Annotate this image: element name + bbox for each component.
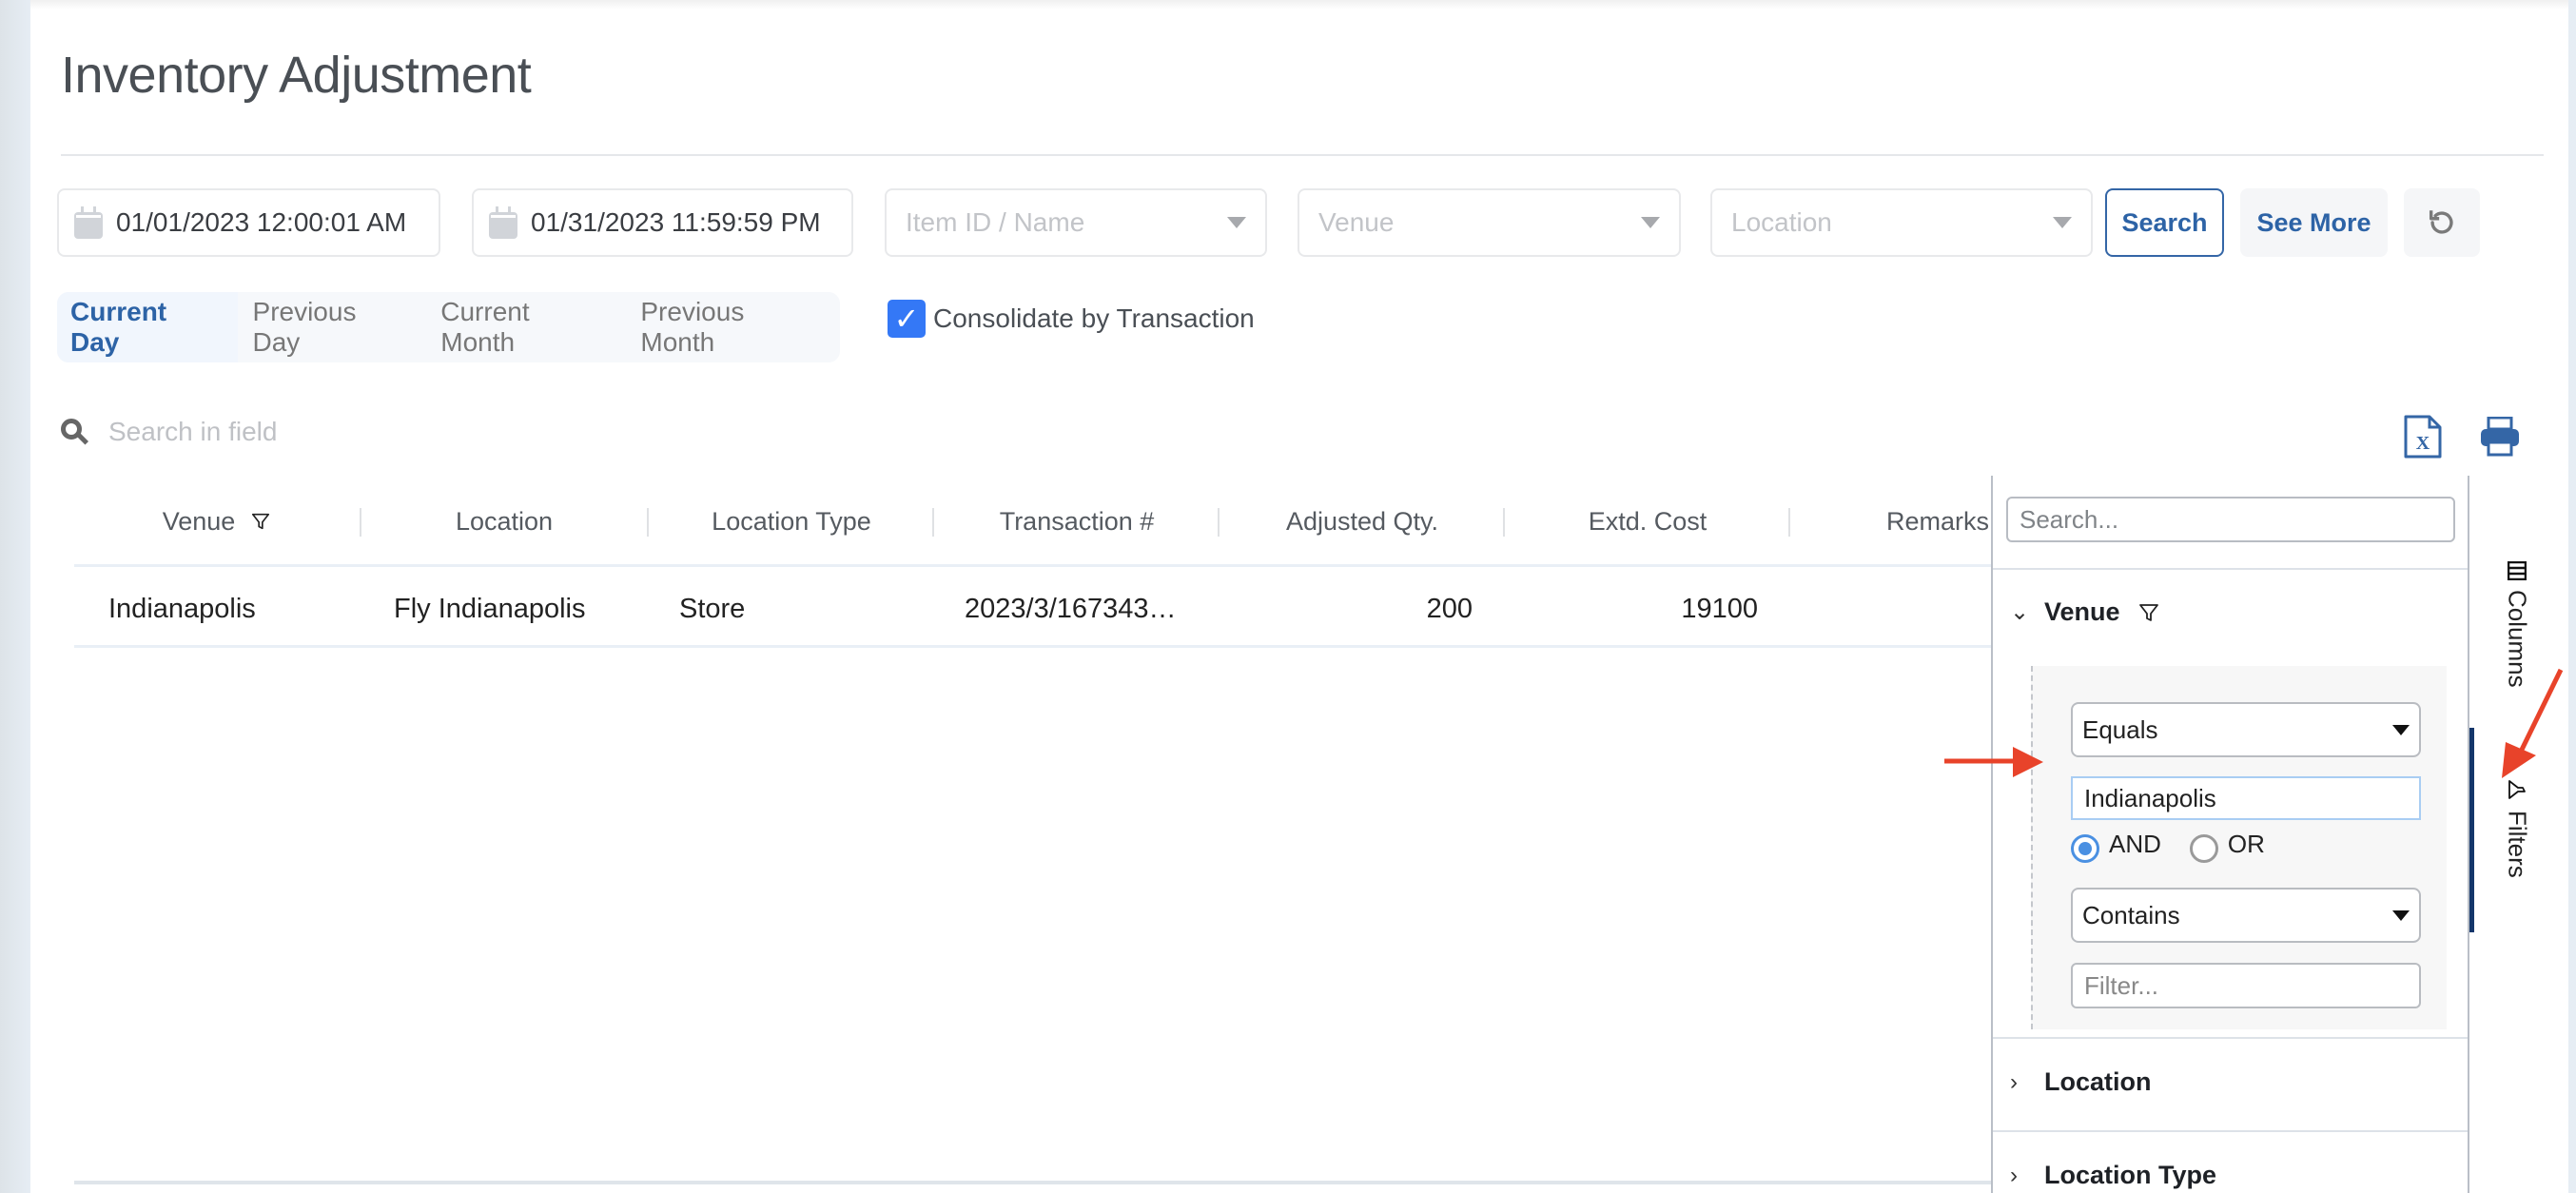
cell-location: Fly Indianapolis <box>394 593 586 624</box>
venue-select[interactable]: Venue <box>1298 188 1681 257</box>
cell-adjusted-qty: 200 <box>1426 593 1473 624</box>
filter-group-venue[interactable]: ⌄ Venue <box>2010 597 2160 627</box>
column-header-venue[interactable]: Venue <box>74 476 360 567</box>
start-date-picker[interactable]: 01/01/2023 12:00:01 AM <box>57 188 440 257</box>
location-select[interactable]: Location <box>1710 188 2093 257</box>
filters-tool-panel: Search... ⌄ Venue Equals Indianapolis AN… <box>1991 476 2469 1193</box>
top-shadow <box>30 0 2568 10</box>
columns-icon <box>2508 561 2527 580</box>
condition2-value-input[interactable]: Filter... <box>2071 963 2421 1008</box>
or-label: OR <box>2227 830 2265 858</box>
active-tab-indicator <box>2469 728 2474 932</box>
filter-group-label: Location <box>2044 1067 2152 1096</box>
venue-filter-form: Equals Indianapolis AND OR Contains Filt… <box>2031 666 2447 1029</box>
or-radio[interactable] <box>2189 833 2218 863</box>
condition2-operator-select[interactable]: Contains <box>2071 888 2421 943</box>
app-sidebar-edge <box>0 0 30 1193</box>
print-icon[interactable] <box>2480 417 2520 457</box>
svg-text:X: X <box>2416 433 2430 454</box>
join-operator-group: AND OR <box>2071 830 2265 863</box>
reset-icon <box>2429 210 2453 234</box>
tab-previous-day[interactable]: Previous Day <box>238 292 426 362</box>
chevron-right-icon: › <box>2010 1162 2018 1188</box>
cell-transaction: 2023/3/167343… <box>965 593 1177 624</box>
tab-current-month[interactable]: Current Month <box>425 292 625 362</box>
cell-extd-cost: 19100 <box>1681 593 1758 624</box>
column-label: Venue <box>162 506 236 536</box>
tab-current-day[interactable]: Current Day <box>57 292 238 362</box>
chevron-down-icon <box>2053 217 2072 228</box>
tab-filters-label: Filters <box>2503 811 2532 878</box>
page-title: Inventory Adjustment <box>61 47 532 104</box>
caret-down-icon <box>2392 909 2410 921</box>
search-icon <box>61 419 89 445</box>
panel-divider <box>1993 1037 2468 1039</box>
chevron-right-icon: › <box>2010 1068 2018 1095</box>
panel-divider <box>1993 1130 2468 1132</box>
location-select-placeholder: Location <box>1731 207 1832 237</box>
consolidate-checkbox[interactable]: ✓ <box>888 300 926 338</box>
filter-group-location-type[interactable]: › Location Type <box>2010 1161 2216 1190</box>
item-select-placeholder: Item ID / Name <box>906 207 1085 237</box>
chevron-down-icon: ⌄ <box>2010 599 2030 625</box>
column-header-extd-cost[interactable]: Extd. Cost <box>1505 476 1790 567</box>
filter-group-label: Location Type <box>2044 1161 2217 1189</box>
column-header-location-type[interactable]: Location Type <box>649 476 934 567</box>
filter-group-location[interactable]: › Location <box>2010 1067 2152 1097</box>
caret-down-icon <box>2392 724 2410 735</box>
chevron-down-icon <box>1641 217 1660 228</box>
consolidate-label: Consolidate by Transaction <box>933 303 1255 333</box>
venue-select-placeholder: Venue <box>1318 207 1395 237</box>
excel-export-icon[interactable]: X <box>2404 415 2442 459</box>
tab-filters[interactable]: Filters <box>2479 778 2555 878</box>
filter-icon <box>2138 603 2158 621</box>
start-date-value: 01/01/2023 12:00:01 AM <box>116 207 407 237</box>
field-search-input[interactable]: Search in field <box>108 417 277 447</box>
annotation-arrow-icon <box>2502 668 2564 778</box>
quick-range-tabs: Current Day Previous Day Current Month P… <box>57 292 840 362</box>
consolidate-option[interactable]: ✓ Consolidate by Transaction <box>888 300 1255 338</box>
panel-divider <box>1993 568 2468 570</box>
column-header-location[interactable]: Location <box>361 476 647 567</box>
column-header-transaction[interactable]: Transaction # <box>934 476 1220 567</box>
condition1-operator-value: Equals <box>2082 714 2158 744</box>
column-header-remarks[interactable]: Remarks <box>1790 476 1991 567</box>
filter-group-label: Venue <box>2044 597 2120 626</box>
grid-bottom-border <box>74 1181 1991 1184</box>
scroll-edge <box>2568 0 2576 1193</box>
calendar-icon <box>489 206 517 239</box>
filter-icon <box>252 513 270 530</box>
see-more-button[interactable]: See More <box>2240 188 2388 257</box>
cell-location-type: Store <box>679 593 746 624</box>
end-date-picker[interactable]: 01/31/2023 11:59:59 PM <box>472 188 853 257</box>
cell-venue: Indianapolis <box>108 593 256 624</box>
condition1-operator-select[interactable]: Equals <box>2071 702 2421 757</box>
panel-search-input[interactable]: Search... <box>2006 497 2455 542</box>
tab-previous-month[interactable]: Previous Month <box>625 292 840 362</box>
end-date-value: 01/31/2023 11:59:59 PM <box>531 207 821 237</box>
and-radio[interactable] <box>2071 833 2099 863</box>
calendar-icon <box>74 206 103 239</box>
grid-header: Venue Location Location Type Transaction… <box>74 476 1991 567</box>
search-button[interactable]: Search <box>2105 188 2224 257</box>
column-header-adjusted-qty[interactable]: Adjusted Qty. <box>1220 476 1505 567</box>
item-select[interactable]: Item ID / Name <box>885 188 1267 257</box>
table-row[interactable]: Indianapolis Fly Indianapolis Store 2023… <box>74 570 1991 648</box>
data-grid: Venue Location Location Type Transaction… <box>74 476 1991 1184</box>
condition2-operator-value: Contains <box>2082 900 2180 929</box>
side-bar-tabs: Columns Filters <box>2469 476 2568 1193</box>
field-search[interactable]: Search in field <box>61 417 277 447</box>
reset-button[interactable] <box>2404 188 2480 257</box>
title-divider <box>61 154 2544 156</box>
cell-remarks <box>1821 570 1982 648</box>
condition1-value-input[interactable]: Indianapolis <box>2071 776 2421 820</box>
and-label: AND <box>2109 830 2161 858</box>
chevron-down-icon <box>1227 217 1246 228</box>
filter-icon <box>2508 780 2526 799</box>
annotation-arrow-icon <box>1944 747 2043 777</box>
